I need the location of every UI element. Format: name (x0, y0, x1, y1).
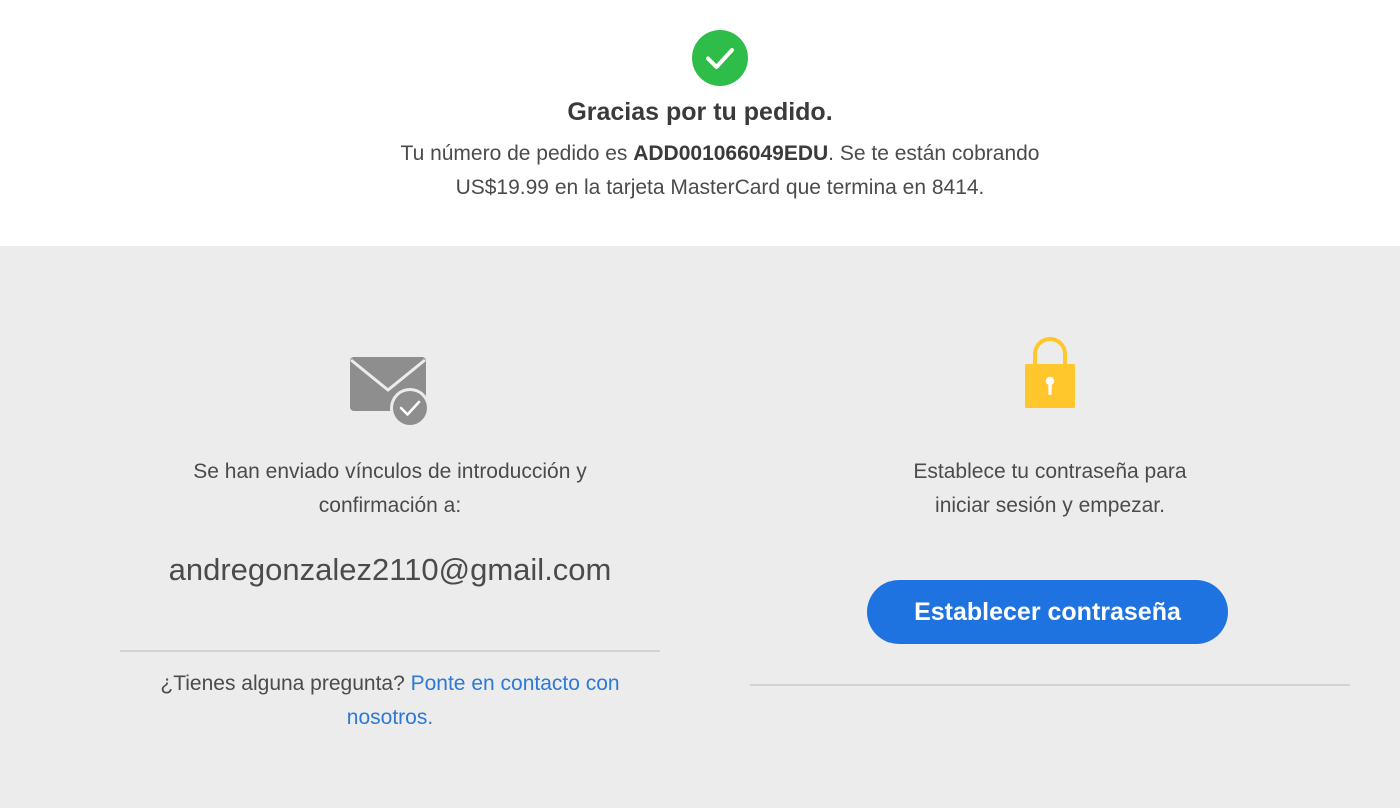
mail-check-icon (348, 354, 432, 433)
divider (750, 684, 1350, 686)
password-instructions: Establece tu contraseña para iniciar ses… (913, 460, 1187, 517)
order-number: ADD001066049EDU (633, 142, 829, 165)
success-check-icon (692, 30, 748, 86)
email-address: andregonzalez2110@gmail.com (168, 552, 612, 587)
confirmation-header: Gracias por tu pedido. Tu número de pedi… (0, 0, 1400, 246)
set-password-button[interactable]: Establecer contraseña (867, 580, 1228, 644)
contact-prompt: ¿Tienes alguna pregunta? Ponte en contac… (140, 667, 640, 735)
order-prefix: Tu número de pedido es (400, 142, 634, 165)
page-title: Gracias por tu pedido. (567, 98, 833, 126)
order-summary: Tu número de pedido es ADD001066049EDU. … (370, 137, 1070, 205)
lock-icon (1023, 337, 1077, 414)
question-text: ¿Tienes alguna pregunta? (160, 672, 411, 695)
email-sent-text: Se han enviado vínculos de introducción … (193, 460, 587, 517)
divider (120, 650, 660, 652)
